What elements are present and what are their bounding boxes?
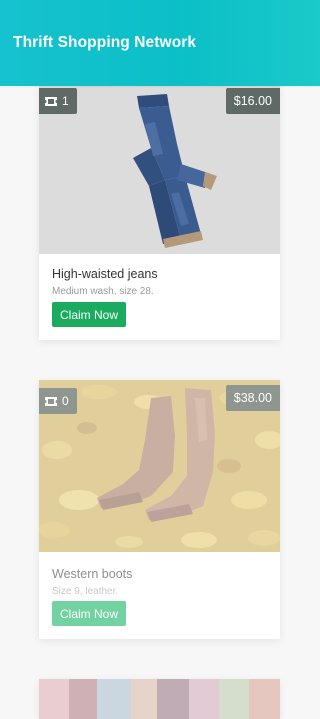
claim-now-button[interactable]: Claim Now [52, 601, 127, 626]
ticket-count-badge: 0 [39, 388, 77, 414]
item-title: High-waisted jeans [52, 267, 158, 281]
item-description: Size 9, leather. [52, 586, 119, 597]
item-title: Western boots [52, 567, 133, 581]
item-card[interactable]: 0 $38.00 Western boots Size 9, leather. … [39, 380, 280, 639]
item-description: Medium wash, size 28. [52, 286, 154, 297]
ticket-count: 0 [62, 394, 69, 408]
price-badge: $38.00 [225, 385, 280, 411]
item-details: High-waisted jeans Medium wash, size 28. [52, 266, 267, 298]
app-title: Thrift Shopping Network [13, 34, 197, 51]
item-photo[interactable]: 0 $38.00 [39, 380, 280, 552]
ticket-icon [45, 96, 57, 106]
price-badge: $16.00 [225, 88, 280, 114]
item-photo[interactable]: 1 $16.00 [39, 84, 280, 254]
ticket-count-badge: 1 [39, 88, 77, 114]
ticket-count: 1 [62, 94, 69, 108]
item-photo[interactable] [39, 679, 280, 719]
item-card[interactable] [39, 679, 280, 719]
item-feed: 1 $16.00 High-waisted jeans Medium wash,… [0, 0, 320, 719]
clothing-photo [39, 679, 280, 719]
ticket-icon [45, 396, 57, 406]
claim-now-button[interactable]: Claim Now [52, 302, 127, 327]
item-details: Western boots Size 9, leather. [52, 566, 267, 598]
app-header: Thrift Shopping Network [0, 0, 320, 86]
item-card[interactable]: 1 $16.00 High-waisted jeans Medium wash,… [39, 84, 280, 340]
